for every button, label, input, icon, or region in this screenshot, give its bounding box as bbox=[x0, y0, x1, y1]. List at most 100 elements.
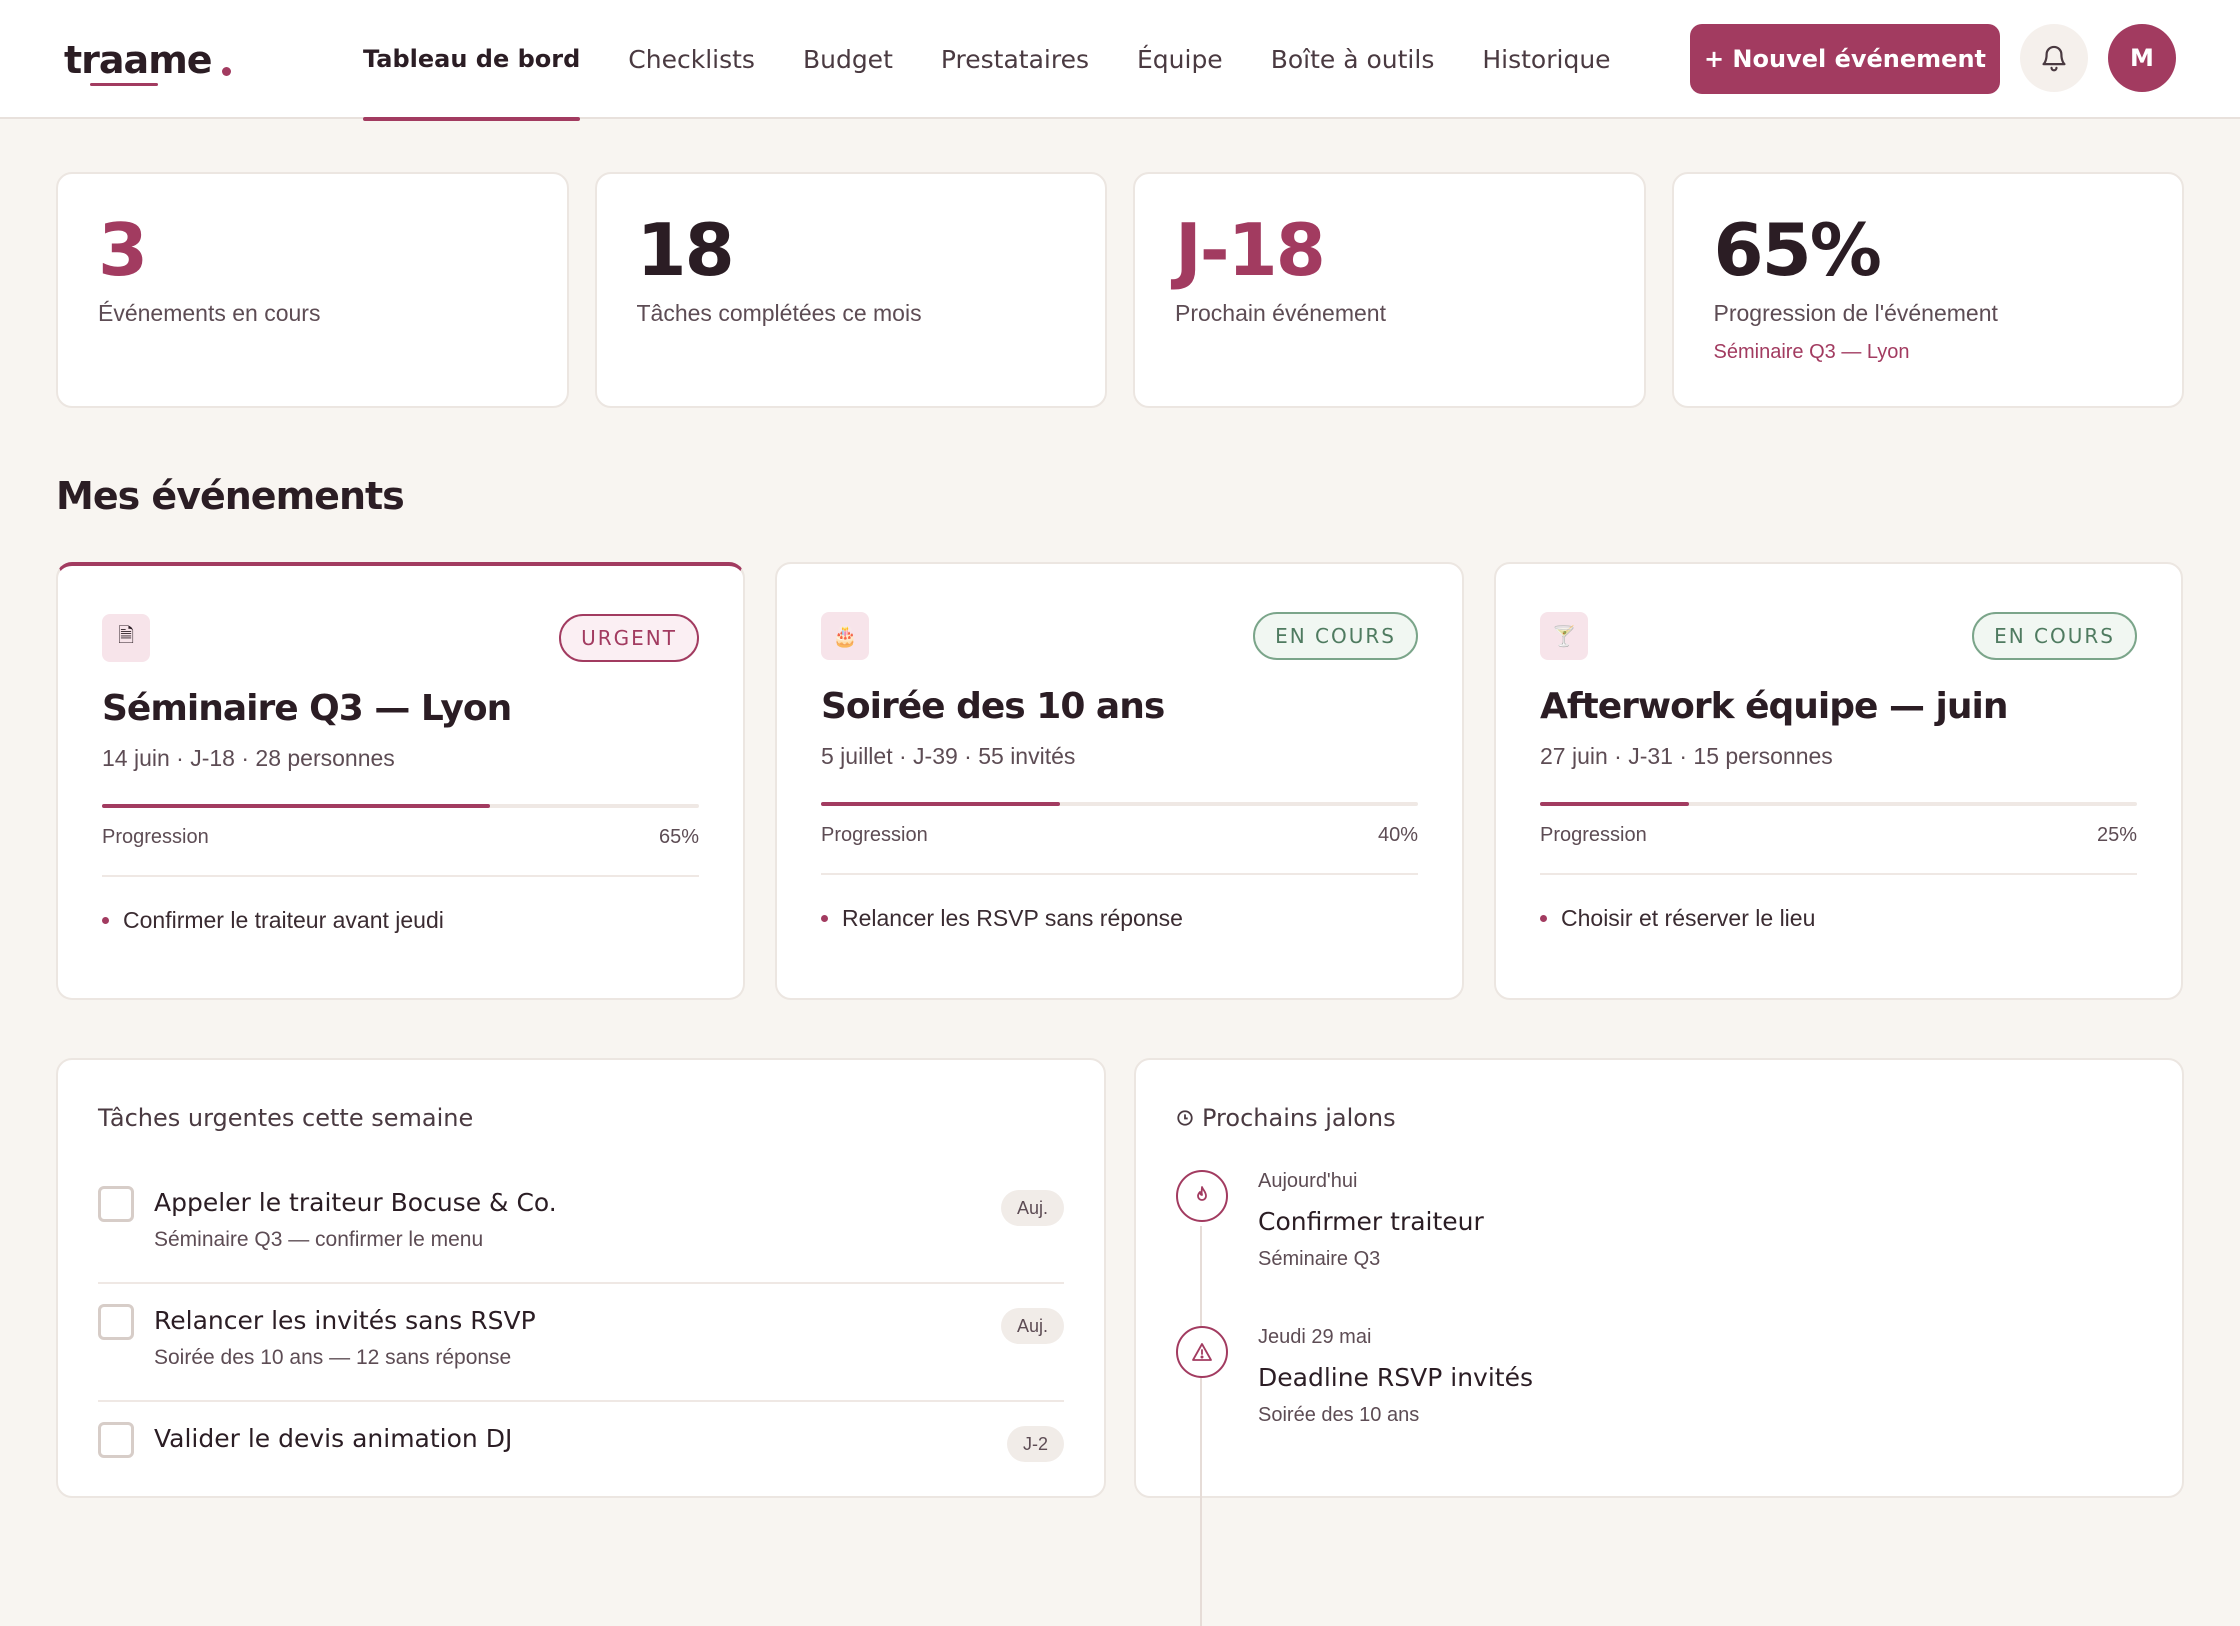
event-next-task[interactable]: Relancer les RSVP sans réponse bbox=[821, 905, 1418, 932]
task-title: Valider le devis animation DJ bbox=[154, 1424, 513, 1453]
event-card-soiree-10-ans[interactable]: 🎂 EN COURS Soirée des 10 ans 5 juillet ·… bbox=[775, 562, 1464, 1000]
clock-icon bbox=[1177, 1110, 1193, 1126]
bullet-dot bbox=[821, 915, 828, 922]
stat-card-events-in-progress: 3 Événements en cours bbox=[56, 172, 569, 408]
nav-item-tableau-de-bord[interactable]: Tableau de bord bbox=[363, 0, 581, 121]
task-row: Appeler le traiteur Bocuse & Co. Séminai… bbox=[98, 1166, 1064, 1284]
milestone-event: Soirée des 10 ans bbox=[1258, 1404, 1420, 1426]
stat-card-tasks-completed: 18 Tâches complétées ce mois bbox=[594, 172, 1107, 408]
progress-value: 40% bbox=[1377, 824, 1418, 846]
task-title: Relancer les invités sans RSVP bbox=[154, 1306, 536, 1335]
brand-name: traame bbox=[64, 38, 213, 86]
task-checkbox[interactable] bbox=[98, 1186, 134, 1222]
status-badge-urgent: URGENT bbox=[559, 614, 699, 662]
stat-label: Progression de l'événement bbox=[1713, 300, 1998, 326]
progress-value: 65% bbox=[658, 826, 699, 848]
event-card-afterwork-juin[interactable]: 🍸 EN COURS Afterwork équipe — juin 27 ju… bbox=[1494, 562, 2183, 1000]
events-row: 🗎 URGENT Séminaire Q3 — Lyon 14 juin · J… bbox=[56, 562, 2184, 1000]
event-card-seminaire-q3[interactable]: 🗎 URGENT Séminaire Q3 — Lyon 14 juin · J… bbox=[56, 562, 745, 1000]
milestone-date: Jeudi 29 mai bbox=[1258, 1326, 1372, 1348]
new-event-button[interactable]: + Nouvel événement bbox=[1690, 24, 2000, 94]
task-row: Valider le devis animation DJ J-2 bbox=[98, 1402, 1064, 1520]
milestone-item[interactable]: Jeudi 29 mai Deadline RSVP invités Soiré… bbox=[1176, 1326, 2142, 1482]
nav-item-prestataires[interactable]: Prestataires bbox=[941, 0, 1089, 119]
section-title-my-events: Mes événements bbox=[56, 474, 405, 518]
event-next-task[interactable]: Choisir et réserver le lieu bbox=[1540, 905, 2137, 932]
milestone-title: Confirmer traiteur bbox=[1258, 1207, 1484, 1236]
task-checkbox[interactable] bbox=[98, 1304, 134, 1340]
task-subtitle: Soirée des 10 ans — 12 sans réponse bbox=[154, 1346, 512, 1369]
flame-icon bbox=[1176, 1170, 1228, 1222]
stat-card-event-progress: 65% Progression de l'événement Séminaire… bbox=[1671, 172, 2184, 408]
event-meta: 5 juillet · J-39 · 55 invités bbox=[821, 743, 1076, 769]
milestones-panel: Prochains jalons Aujourd'hui Confirmer t… bbox=[1134, 1058, 2184, 1626]
panel-title-urgent-tasks: Tâches urgentes cette semaine bbox=[98, 1104, 474, 1132]
nav-item-boite-a-outils[interactable]: Boîte à outils bbox=[1271, 0, 1435, 119]
task-checkbox[interactable] bbox=[98, 1422, 134, 1458]
task-title: Appeler le traiteur Bocuse & Co. bbox=[154, 1188, 557, 1217]
due-badge: Auj. bbox=[1000, 1308, 1064, 1344]
event-progress-fill bbox=[821, 802, 1060, 806]
cocktail-icon: 🍸 bbox=[1540, 612, 1588, 660]
nav-item-checklists[interactable]: Checklists bbox=[628, 0, 755, 119]
stat-event-link[interactable]: Séminaire Q3 — Lyon bbox=[1714, 341, 2183, 364]
stat-value: 3 bbox=[98, 208, 148, 292]
stat-label: Prochain événement bbox=[1175, 300, 1386, 326]
urgent-tasks-panel: Tâches urgentes cette semaine Appeler le… bbox=[56, 1058, 1106, 1498]
event-progress-bar bbox=[1540, 802, 2137, 806]
event-title: Soirée des 10 ans bbox=[821, 686, 1165, 727]
event-progress-fill bbox=[102, 804, 491, 808]
urgent-task-list: Appeler le traiteur Bocuse & Co. Séminai… bbox=[98, 1166, 1064, 1520]
event-progress-bar bbox=[102, 804, 699, 808]
next-task-label: Confirmer le traiteur avant jeudi bbox=[123, 907, 444, 933]
document-icon: 🗎 bbox=[102, 614, 150, 662]
event-title: Afterwork équipe — juin bbox=[1540, 686, 2008, 727]
top-navigation-bar: traame Tableau de bord Checklists Budget… bbox=[0, 0, 2240, 121]
event-progress-fill bbox=[1540, 802, 1690, 806]
brand-logo[interactable]: traame bbox=[64, 36, 231, 86]
next-task-label: Relancer les RSVP sans réponse bbox=[842, 905, 1183, 931]
task-row: Relancer les invités sans RSVP Soirée de… bbox=[98, 1284, 1064, 1402]
event-meta: 27 juin · J-31 · 15 personnes bbox=[1540, 743, 1833, 769]
progress-label: Progression bbox=[102, 826, 209, 848]
stat-value: J-18 bbox=[1175, 208, 1326, 292]
milestone-item[interactable]: Aujourd'hui Confirmer traiteur Séminaire… bbox=[1176, 1170, 2142, 1326]
next-task-label: Choisir et réserver le lieu bbox=[1561, 905, 1816, 931]
due-badge: Auj. bbox=[1000, 1190, 1064, 1226]
brand-dot bbox=[221, 67, 231, 76]
nav-item-equipe[interactable]: Équipe bbox=[1137, 0, 1223, 119]
event-meta: 14 juin · J-18 · 28 personnes bbox=[102, 745, 395, 771]
bullet-dot bbox=[1540, 915, 1547, 922]
progress-value: 25% bbox=[2096, 824, 2137, 846]
stat-label: Tâches complétées ce mois bbox=[636, 300, 922, 326]
nav-item-budget[interactable]: Budget bbox=[803, 0, 893, 119]
main-nav: Tableau de bord Checklists Budget Presta… bbox=[363, 0, 1659, 121]
bullet-dot bbox=[102, 917, 109, 924]
event-next-task[interactable]: Confirmer le traiteur avant jeudi bbox=[102, 907, 699, 934]
cake-icon: 🎂 bbox=[821, 612, 869, 660]
stat-label: Événements en cours bbox=[98, 300, 321, 326]
panel-title-milestones: Prochains jalons bbox=[1176, 1104, 2142, 1132]
task-subtitle: Séminaire Q3 — confirmer le menu bbox=[154, 1228, 484, 1251]
stat-card-next-event: J-18 Prochain événement bbox=[1133, 172, 1646, 408]
milestone-date: Aujourd'hui bbox=[1258, 1170, 1358, 1192]
warning-icon bbox=[1176, 1326, 1228, 1378]
due-badge: J-2 bbox=[1006, 1426, 1064, 1462]
milestone-event: Séminaire Q3 bbox=[1258, 1248, 1381, 1270]
stat-value: 65% bbox=[1713, 208, 1882, 292]
status-badge-en-cours: EN COURS bbox=[1253, 612, 1418, 660]
bell-icon bbox=[2042, 45, 2066, 72]
event-title: Séminaire Q3 — Lyon bbox=[102, 688, 512, 729]
progress-label: Progression bbox=[821, 824, 928, 846]
stat-value: 18 bbox=[636, 208, 735, 292]
status-badge-en-cours: EN COURS bbox=[1972, 612, 2137, 660]
milestones-title-text: Prochains jalons bbox=[1202, 1104, 1396, 1132]
progress-label: Progression bbox=[1540, 824, 1647, 846]
milestone-timeline: Aujourd'hui Confirmer traiteur Séminaire… bbox=[1176, 1170, 2142, 1626]
event-progress-bar bbox=[821, 802, 1418, 806]
nav-item-historique[interactable]: Historique bbox=[1482, 0, 1610, 119]
user-avatar[interactable]: M bbox=[2108, 24, 2176, 92]
stats-row: 3 Événements en cours 18 Tâches complété… bbox=[56, 172, 2184, 408]
notifications-button[interactable] bbox=[2020, 24, 2088, 92]
milestone-title: Deadline RSVP invités bbox=[1258, 1363, 1533, 1392]
